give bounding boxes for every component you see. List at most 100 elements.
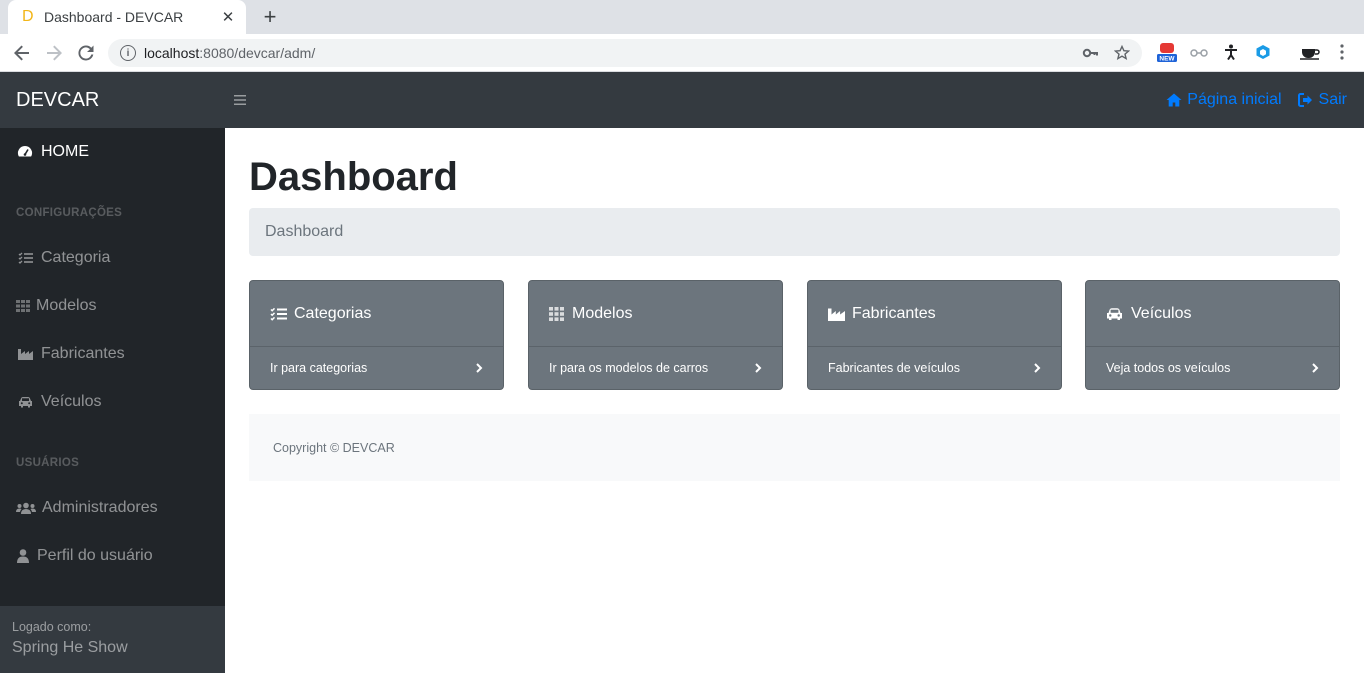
chevron-right-icon <box>755 363 762 373</box>
sidebar-item-veiculos[interactable]: Veículos <box>0 382 225 422</box>
sidebar-item-label: Fabricantes <box>41 345 125 362</box>
sidebar-footer: Logado como: Spring He Show <box>0 606 225 673</box>
url-host: localhost <box>144 45 200 61</box>
omnibox-actions <box>1082 45 1130 61</box>
section-heading-config: CONFIGURAÇÕES <box>16 207 123 219</box>
card-fabricantes: Fabricantes Fabricantes de veículos <box>807 280 1062 390</box>
card-footer-link[interactable]: Veja todos os veículos <box>1086 346 1339 389</box>
card-title: Fabricantes <box>852 304 936 322</box>
card-title: Veículos <box>1131 304 1192 322</box>
card-header: Veículos <box>1086 281 1339 346</box>
sidebar: DEVCAR HOME CONFIGURAÇÕES Categoria Mode… <box>0 72 225 673</box>
back-button[interactable] <box>8 39 36 67</box>
card-veiculos: Veículos Veja todos os veículos <box>1085 280 1340 390</box>
tab-title: Dashboard - DEVCAR <box>44 9 184 25</box>
extension-new-icon[interactable]: NEW <box>1155 39 1179 65</box>
main-content: Dashboard Dashboard Categorias Ir para c… <box>249 128 1340 481</box>
logout-link-label: Sair <box>1318 91 1347 108</box>
url-text: localhost:8080/devcar/adm/ <box>144 45 315 61</box>
key-icon[interactable] <box>1082 45 1098 61</box>
card-modelos: Modelos Ir para os modelos de carros <box>528 280 783 390</box>
page-footer: Copyright © DEVCAR <box>249 414 1340 481</box>
sidebar-item-label: Perfil do usuário <box>37 547 153 564</box>
browser-tab[interactable]: D Dashboard - DEVCAR ✕ <box>8 0 246 34</box>
sidebar-item-modelos[interactable]: Modelos <box>0 286 225 326</box>
forward-arrow-icon <box>47 45 62 60</box>
card-link-label: Ir para categorias <box>270 361 368 375</box>
card-link-label: Veja todos os veículos <box>1106 361 1231 375</box>
sidebar-item-perfil[interactable]: Perfil do usuário <box>0 536 225 576</box>
extension-glasses-icon[interactable] <box>1187 39 1211 65</box>
sidebar-item-label: Veículos <box>41 393 102 410</box>
card-categorias: Categorias Ir para categorias <box>249 280 504 390</box>
back-arrow-icon <box>14 45 29 60</box>
user-icon <box>16 549 30 563</box>
tasks-icon <box>270 306 288 322</box>
card-title: Categorias <box>294 304 372 322</box>
new-tab-button[interactable]: + <box>260 4 280 30</box>
chevron-right-icon <box>476 363 483 373</box>
top-navbar: Página inicial Sair <box>225 72 1364 128</box>
home-page-link-label: Página inicial <box>1187 91 1282 108</box>
card-header: Categorias <box>250 281 503 346</box>
dashboard-cards: Categorias Ir para categorias Modelos Ir… <box>249 280 1340 390</box>
breadcrumb-item: Dashboard <box>265 223 344 240</box>
card-footer-link[interactable]: Ir para categorias <box>250 346 503 389</box>
sidebar-toggle-icon[interactable] <box>234 94 246 106</box>
car-icon <box>16 395 34 409</box>
brand-logo[interactable]: DEVCAR <box>0 72 225 128</box>
card-footer-link[interactable]: Ir para os modelos de carros <box>529 346 782 389</box>
sign-out-icon <box>1297 93 1312 107</box>
home-icon <box>1166 93 1182 107</box>
chevron-right-icon <box>1312 363 1319 373</box>
card-footer-link[interactable]: Fabricantes de veículos <box>808 346 1061 389</box>
th-icon <box>16 299 30 313</box>
car-icon <box>1106 306 1124 322</box>
favicon-icon: D <box>22 8 34 25</box>
sidebar-item-label: Categoria <box>41 249 111 266</box>
card-header: Fabricantes <box>808 281 1061 346</box>
sidebar-item-administradores[interactable]: Administradores <box>0 488 225 528</box>
industry-icon <box>16 347 34 361</box>
card-title: Modelos <box>572 304 633 322</box>
reload-button[interactable] <box>72 39 100 67</box>
card-link-label: Ir para os modelos de carros <box>549 361 709 375</box>
tasks-icon <box>16 251 34 265</box>
card-header: Modelos <box>529 281 782 346</box>
tab-close-icon[interactable]: ✕ <box>220 8 236 26</box>
card-link-label: Fabricantes de veículos <box>828 361 961 375</box>
extension-cube-icon[interactable] <box>1251 39 1275 65</box>
sidebar-item-home[interactable]: HOME <box>0 132 225 172</box>
sidebar-item-label: Administradores <box>42 499 158 516</box>
industry-icon <box>828 306 846 322</box>
section-heading-users: USUÁRIOS <box>16 457 80 469</box>
breadcrumb: Dashboard <box>249 208 1340 256</box>
browser-menu-icon[interactable] <box>1330 39 1354 65</box>
svg-text:NEW: NEW <box>1159 56 1175 63</box>
sidebar-item-fabricantes[interactable]: Fabricantes <box>0 334 225 374</box>
top-links: Página inicial Sair <box>1166 91 1347 109</box>
logged-as-label: Logado como: <box>12 620 92 634</box>
tachometer-icon <box>16 145 34 159</box>
copyright-text: Copyright © DEVCAR <box>273 440 395 455</box>
users-icon <box>16 501 36 515</box>
sidebar-item-categoria[interactable]: Categoria <box>0 238 225 278</box>
logout-link[interactable]: Sair <box>1297 91 1347 109</box>
sidebar-item-label: HOME <box>41 143 89 160</box>
app: DEVCAR HOME CONFIGURAÇÕES Categoria Mode… <box>0 72 1364 673</box>
browser-tab-strip: D Dashboard - DEVCAR ✕ + <box>0 0 1364 34</box>
logged-user-name: Spring He Show <box>12 639 128 656</box>
address-bar[interactable]: i localhost:8080/devcar/adm/ <box>108 39 1142 67</box>
sidebar-item-label: Modelos <box>36 297 97 314</box>
url-path: :8080/devcar/adm/ <box>199 45 316 61</box>
extension-accessibility-icon[interactable] <box>1219 39 1243 65</box>
site-info-icon[interactable]: i <box>120 45 136 61</box>
extension-coffee-icon[interactable] <box>1298 39 1322 65</box>
th-icon <box>549 306 565 322</box>
star-icon[interactable] <box>1114 45 1130 61</box>
home-page-link[interactable]: Página inicial <box>1166 91 1282 109</box>
forward-button[interactable] <box>40 39 68 67</box>
chevron-right-icon <box>1034 363 1041 373</box>
reload-icon <box>78 44 94 60</box>
page-title: Dashboard <box>249 155 458 199</box>
